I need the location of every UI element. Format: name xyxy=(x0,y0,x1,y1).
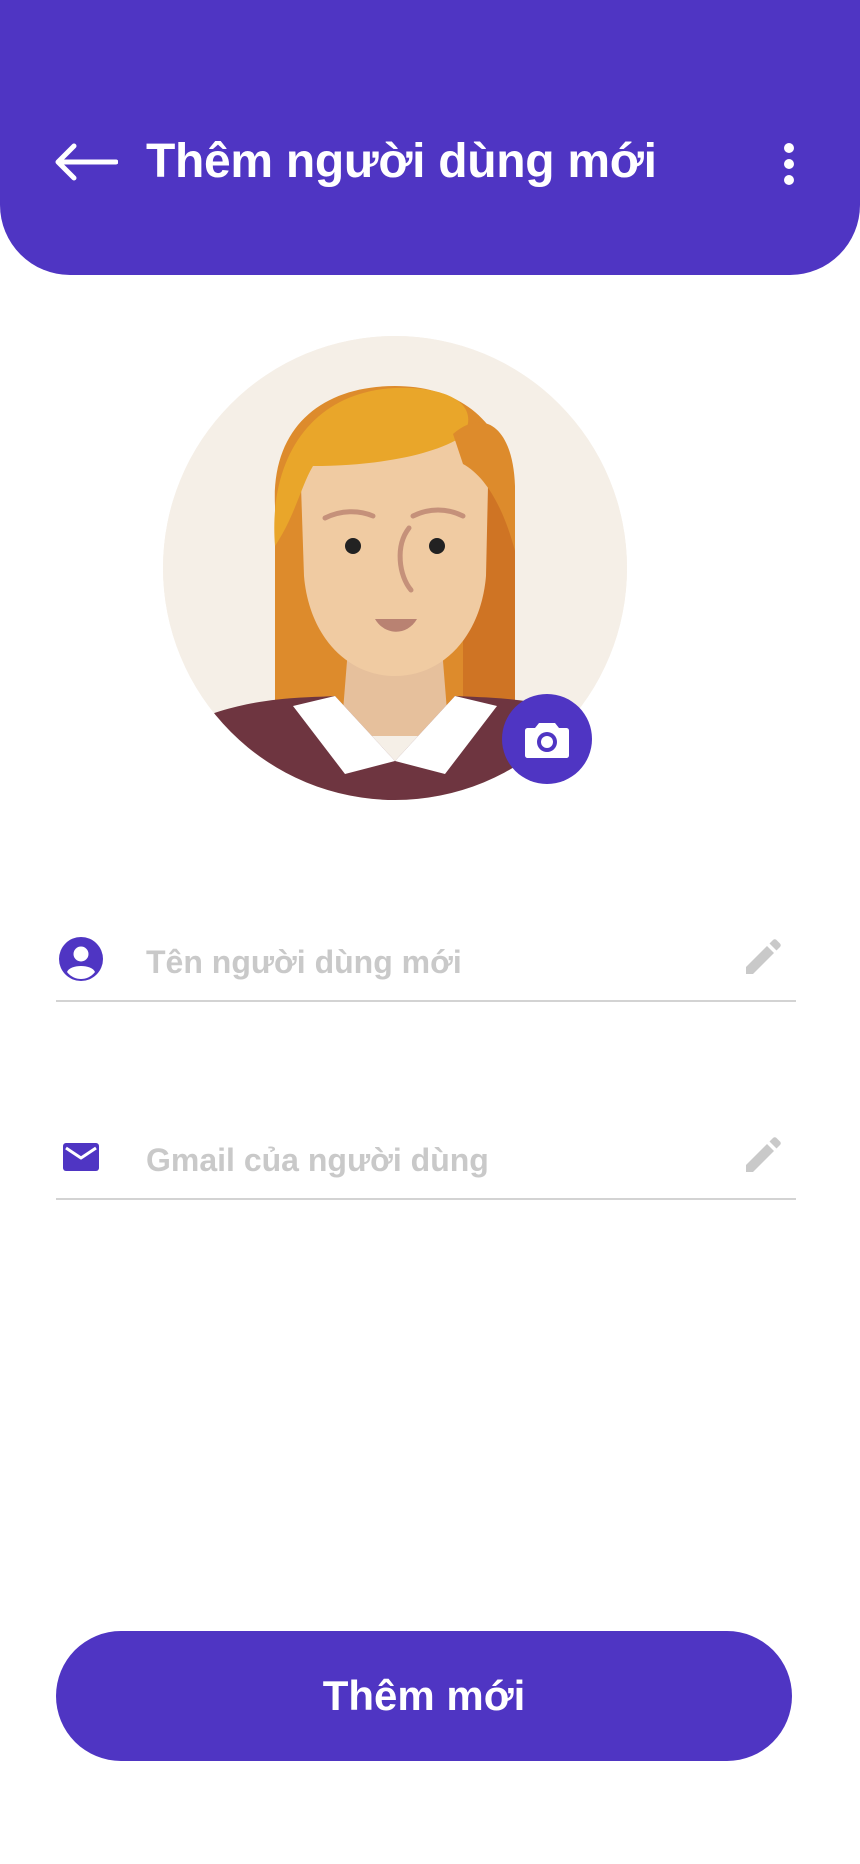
app-header: Thêm người dùng mới xyxy=(0,0,860,275)
pencil-icon[interactable] xyxy=(738,932,788,982)
name-input[interactable] xyxy=(146,934,706,990)
more-options-button[interactable] xyxy=(768,132,810,196)
account-circle-icon xyxy=(56,934,106,984)
change-photo-button[interactable] xyxy=(502,694,592,784)
page-title: Thêm người dùng mới xyxy=(146,135,657,188)
pencil-icon[interactable] xyxy=(738,1130,788,1180)
back-button[interactable] xyxy=(48,130,122,194)
email-input[interactable] xyxy=(146,1132,706,1188)
add-new-button[interactable]: Thêm mới xyxy=(56,1631,792,1761)
name-field xyxy=(56,910,796,1002)
camera-icon xyxy=(525,723,569,758)
email-field xyxy=(56,1108,796,1200)
mail-icon xyxy=(56,1132,106,1182)
more-vertical-icon xyxy=(784,143,794,185)
arrow-left-icon xyxy=(55,143,118,181)
